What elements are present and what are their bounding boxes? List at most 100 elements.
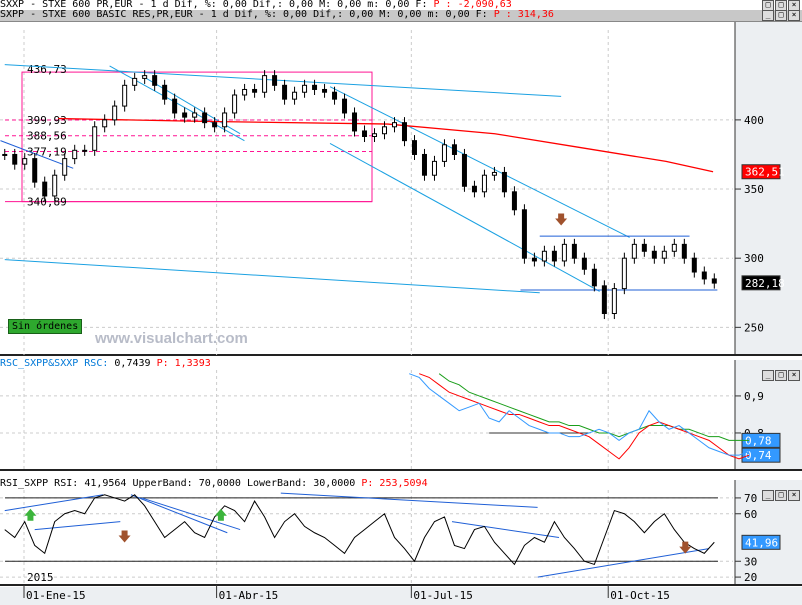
candle-body	[332, 91, 338, 100]
candle-body	[401, 122, 407, 142]
price-tag	[741, 275, 781, 291]
close-button[interactable]: ×	[788, 370, 800, 381]
rsi-trendline	[537, 548, 709, 578]
candle-body	[62, 158, 68, 176]
maximize-button[interactable]: □	[775, 370, 787, 381]
candle-body	[252, 88, 258, 93]
candle-body	[372, 133, 378, 137]
candle-body	[242, 88, 248, 96]
candle-body	[621, 257, 627, 290]
orders-badge[interactable]: Sin órdenes	[8, 319, 83, 334]
minimize-button[interactable]: _	[762, 490, 774, 501]
candle-body	[262, 75, 268, 93]
trendline	[329, 86, 630, 238]
candle-body	[232, 94, 238, 114]
minimize-button[interactable]: _	[762, 10, 774, 21]
rsi-arrow-up	[214, 508, 227, 521]
price-tag-label: 0,74	[745, 449, 772, 462]
trendline	[329, 142, 600, 292]
candle-body	[192, 112, 198, 118]
candle-body	[391, 122, 397, 128]
candle-body	[661, 250, 667, 259]
candle-body	[12, 153, 18, 165]
price-tag	[741, 447, 781, 463]
rsc-header: RSC_SXPP&SXXP RSC: 0,7439 P: 1,3393 _ □ ×	[0, 358, 802, 381]
candle-body	[521, 209, 527, 259]
candle-body	[461, 153, 467, 187]
candle-body	[471, 185, 477, 193]
rsc-series-rsc	[409, 373, 750, 456]
candle-body	[102, 119, 108, 128]
candle-body	[382, 126, 388, 135]
rsi-trendline	[34, 521, 121, 531]
rsc-series-ma-fast	[419, 373, 750, 460]
candle-body	[82, 149, 88, 152]
candle-body	[561, 243, 567, 262]
candle-body	[451, 144, 457, 155]
close-button[interactable]: ×	[788, 10, 800, 21]
close-button[interactable]: ×	[788, 490, 800, 501]
trendline	[4, 259, 540, 294]
chart-canvas: 01-Ene-15 01-Abr-15 01-Jul-15 01-Oct-15 2015…	[0, 20, 802, 605]
maximize-button[interactable]: □	[775, 10, 787, 21]
y-tick-label: 0,9	[744, 390, 764, 403]
candle-body	[501, 171, 507, 193]
trendline	[4, 64, 562, 97]
level-label: 388,56	[27, 130, 67, 143]
price-tag-label: 362,51	[745, 166, 785, 179]
candle-body	[302, 84, 308, 93]
candle-body	[222, 112, 228, 128]
y-tick-label: 0,8	[744, 427, 764, 440]
rsi-arrow-up-shaft	[218, 520, 224, 526]
price-tag	[741, 432, 781, 448]
x-tick-label: 01-Oct-15	[610, 589, 670, 602]
rsi-name: RSI_SXPP RSI:	[0, 478, 79, 489]
rsi-arrow-down-shaft	[682, 543, 688, 549]
inner-title-stats: 1 d Dif, %: 0,00 Dif,: 0,00 M: 0,00 m: 0…	[210, 9, 488, 20]
price-tag-label: 0,78	[745, 434, 772, 447]
rsi-trendline	[451, 521, 560, 538]
candle-body	[182, 112, 188, 118]
rsi-upper-label: UpperBand:	[132, 478, 193, 489]
candle-body	[72, 149, 78, 160]
candle-body	[511, 191, 517, 211]
minimize-button[interactable]: _	[762, 370, 774, 381]
candle-body	[701, 271, 707, 280]
candle-body	[272, 75, 278, 86]
rsi-line	[4, 494, 715, 566]
price-tag	[741, 534, 781, 550]
rsi-header: RSI_SXPP RSI: 41,9564 UpperBand: 70,0000…	[0, 478, 802, 501]
level-label: 340,89	[27, 196, 67, 209]
candle-body	[681, 243, 687, 259]
rsi-trendline	[280, 492, 538, 508]
candle-body	[541, 250, 547, 262]
candle-body	[2, 153, 8, 156]
rsi-trendline	[4, 494, 104, 512]
candle-body	[411, 140, 417, 155]
candle-body	[112, 105, 118, 121]
candle-body	[342, 98, 348, 114]
rsi-lower-label: LowerBand:	[246, 478, 308, 489]
candle-body	[142, 75, 148, 79]
candle-body	[312, 84, 318, 90]
x-tick-label: 01-Abr-15	[219, 589, 279, 602]
y-tick-label: 20	[744, 571, 757, 584]
candle-body	[122, 84, 128, 107]
y-tick-label: 250	[744, 321, 764, 334]
y-tick-label: 70	[744, 492, 757, 505]
y-tick-label: 30	[744, 555, 757, 568]
y-tick-label: 300	[744, 252, 764, 265]
maximize-button[interactable]: □	[775, 490, 787, 501]
candle-body	[531, 257, 537, 262]
inner-title-symbol: SXPP - STXE 600 BASIC RES,PR,EUR -	[0, 9, 205, 20]
rsi-upper-value: 70,0000	[198, 478, 241, 489]
rsc-value: 0,7439	[114, 358, 151, 369]
candle-body	[571, 243, 577, 259]
candle-body	[431, 160, 437, 176]
candle-body	[601, 285, 607, 315]
candle-body	[352, 112, 358, 132]
signal-arrow-down	[555, 213, 568, 226]
rsc-price: P: 1,3393	[156, 358, 211, 369]
y-tick-label: 60	[744, 508, 757, 521]
price-tag	[741, 164, 781, 180]
